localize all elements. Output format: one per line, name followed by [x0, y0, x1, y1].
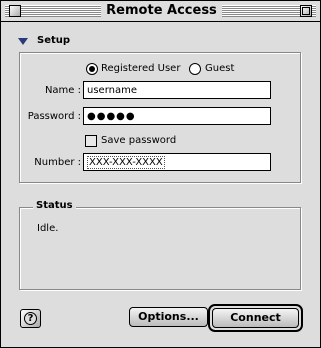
title-divider: [1, 21, 320, 22]
status-text: Idle.: [37, 223, 59, 234]
save-password-checkbox[interactable]: [85, 135, 97, 147]
options-button[interactable]: Options...: [129, 307, 208, 327]
help-icon: ?: [24, 312, 37, 325]
guest-label[interactable]: Guest: [205, 63, 234, 75]
name-label: Name :: [44, 85, 81, 96]
number-field-selection: XXX-XXX-XXXX: [87, 156, 165, 169]
setup-label: Setup: [37, 35, 71, 46]
status-label: Status: [33, 200, 76, 211]
registered-user-label[interactable]: Registered User: [101, 63, 180, 75]
connect-button[interactable]: Connect: [212, 308, 299, 328]
password-field[interactable]: ●●●●●: [83, 107, 271, 125]
status-group-box: [19, 207, 301, 290]
name-field[interactable]: username: [83, 81, 271, 99]
close-box[interactable]: [9, 5, 21, 17]
zoom-box[interactable]: [300, 5, 312, 17]
password-label: Password :: [27, 111, 81, 122]
window-title: Remote Access: [106, 3, 217, 19]
registered-user-radio[interactable]: [86, 63, 98, 75]
help-button[interactable]: ?: [20, 309, 41, 328]
number-field[interactable]: XXX-XXX-XXXX: [83, 153, 271, 171]
setup-disclosure-triangle-icon[interactable]: [18, 38, 28, 45]
remote-access-window: Remote Access Setup Registered User Gues…: [0, 0, 321, 348]
guest-radio[interactable]: [189, 63, 201, 75]
number-label: Number :: [34, 157, 81, 168]
save-password-label[interactable]: Save password: [101, 135, 176, 147]
